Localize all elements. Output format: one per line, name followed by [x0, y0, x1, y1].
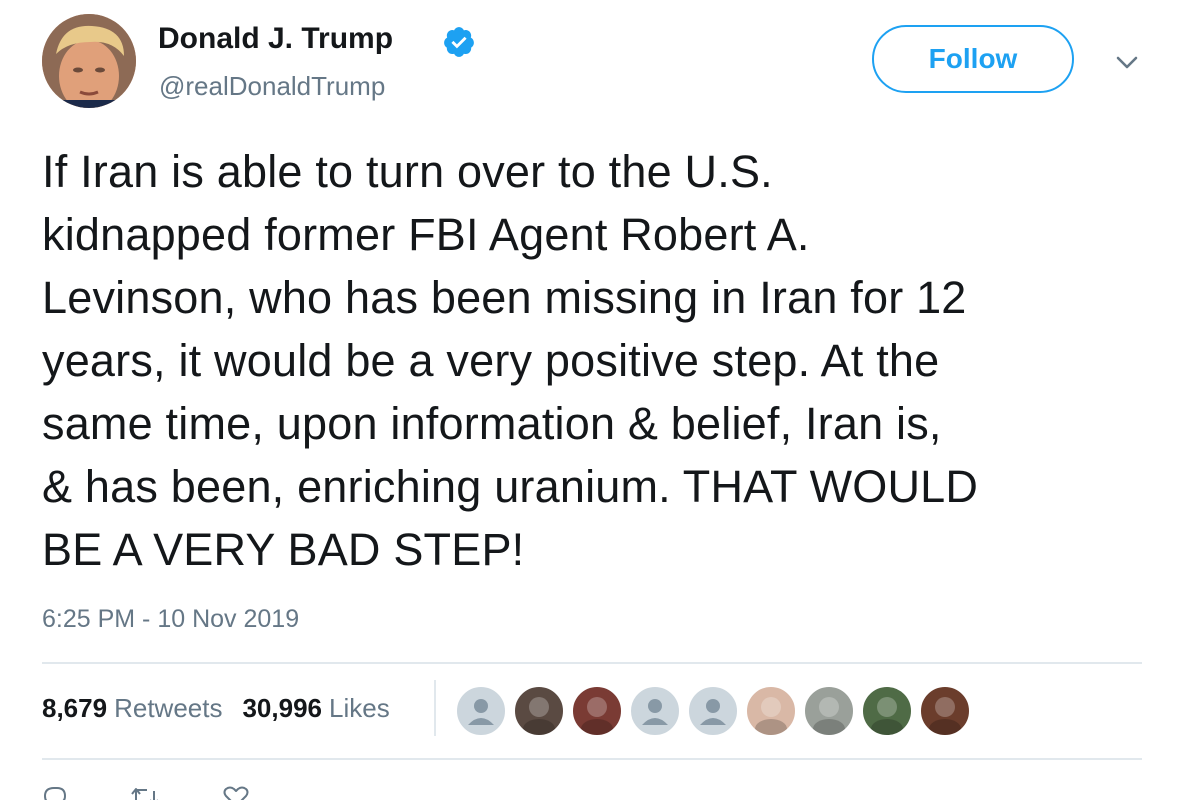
stats-separator: [434, 680, 436, 736]
retweets-count: 8,679: [42, 693, 108, 723]
tweet-text-line: & has been, enriching uranium. THAT WOUL…: [42, 461, 979, 512]
profile-photo: [755, 697, 787, 735]
tweet-card: Donald J. Trump @realDonaldTrump Follow …: [0, 0, 1200, 800]
reply-icon: [43, 787, 67, 800]
default-avatar[interactable]: [456, 686, 506, 736]
default-avatar[interactable]: [688, 686, 738, 736]
like-button[interactable]: [222, 785, 262, 800]
flag-avatar[interactable]: [572, 686, 622, 736]
photo-avatar[interactable]: [920, 686, 970, 736]
likes-label: Likes: [329, 693, 390, 723]
default-person-icon: [700, 699, 726, 725]
photo-avatar[interactable]: [746, 686, 796, 736]
dog-avatar[interactable]: [514, 686, 564, 736]
profile-photo: [929, 697, 961, 735]
photo-avatar[interactable]: [804, 686, 854, 736]
reply-button[interactable]: [42, 785, 80, 800]
default-avatar[interactable]: [630, 686, 680, 736]
likes-stat[interactable]: 30,996 Likes: [242, 693, 389, 724]
author-display-name[interactable]: Donald J. Trump: [158, 22, 393, 56]
tweet-text-line: kidnapped former FBI Agent Robert A.: [42, 209, 810, 260]
profile-photo: [581, 697, 613, 735]
tweet-stats: 8,679 Retweets 30,996 Likes: [42, 693, 410, 724]
profile-photo: [523, 697, 555, 735]
tweet-text-line: same time, upon information & belief, Ir…: [42, 398, 942, 449]
author-photo: [42, 14, 136, 108]
default-person-icon: [468, 699, 494, 725]
profile-photo: [813, 697, 845, 735]
divider: [42, 758, 1142, 760]
likes-count: 30,996: [242, 693, 322, 723]
retweets-stat[interactable]: 8,679 Retweets: [42, 693, 222, 724]
tweet-actions: [42, 782, 312, 800]
tweet-text-line: If Iran is able to turn over to the U.S.: [42, 146, 773, 197]
retweet-button[interactable]: [130, 785, 172, 800]
retweet-icon: [131, 788, 158, 800]
tweet-text: If Iran is able to turn over to the U.S.…: [42, 140, 1152, 581]
heart-icon: [223, 786, 249, 800]
follow-button[interactable]: Follow: [872, 25, 1074, 93]
photo-avatar[interactable]: [862, 686, 912, 736]
chevron-down-icon[interactable]: [1112, 50, 1142, 74]
liker-avatars: [456, 686, 978, 736]
verified-badge-icon: [444, 27, 474, 57]
tweet-text-line: BE A VERY BAD STEP!: [42, 524, 525, 575]
author-handle[interactable]: @realDonaldTrump: [159, 71, 385, 102]
divider: [42, 662, 1142, 664]
tweet-text-line: years, it would be a very positive step.…: [42, 335, 940, 386]
default-person-icon: [642, 699, 668, 725]
profile-photo: [871, 697, 903, 735]
tweet-timestamp[interactable]: 6:25 PM - 10 Nov 2019: [42, 605, 299, 634]
retweets-label: Retweets: [114, 693, 223, 723]
tweet-text-line: Levinson, who has been missing in Iran f…: [42, 272, 967, 323]
author-avatar[interactable]: [42, 14, 136, 108]
